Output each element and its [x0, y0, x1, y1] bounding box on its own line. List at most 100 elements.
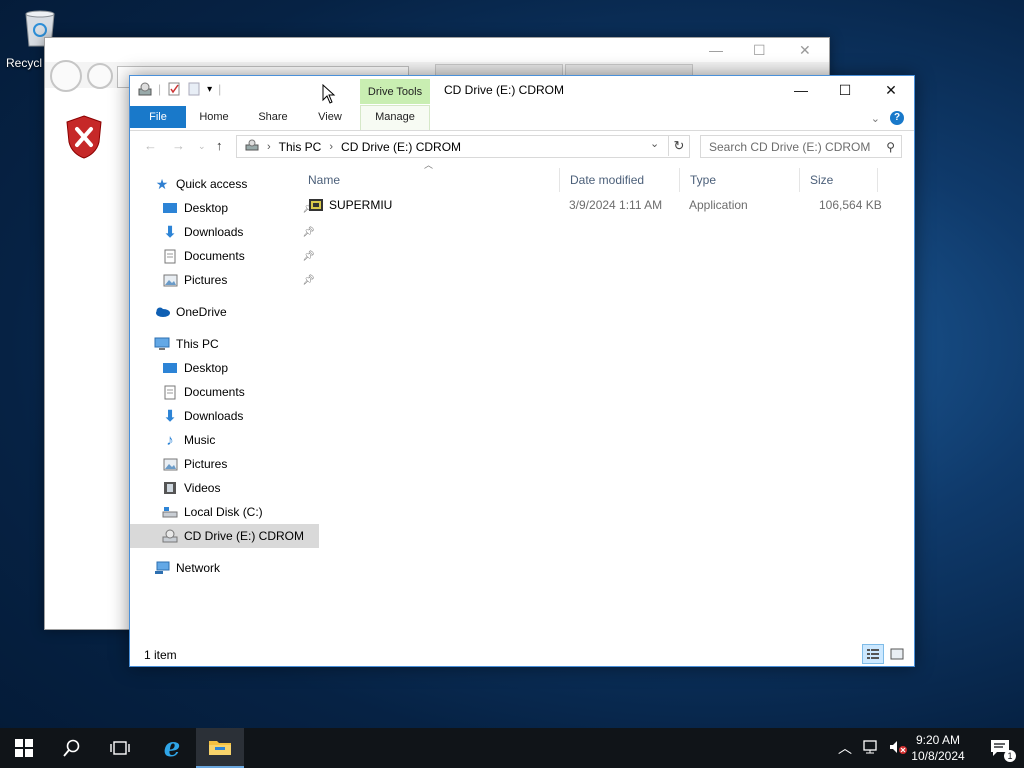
- nav-qa-documents[interactable]: Documents 📌︎: [130, 244, 319, 268]
- back-icon[interactable]: [50, 60, 82, 92]
- file-size: 106,564 KB: [819, 198, 882, 212]
- nav-label: Desktop: [184, 361, 229, 375]
- back-button[interactable]: ←: [144, 138, 157, 153]
- tab-share[interactable]: Share: [250, 106, 296, 128]
- cd-drive-icon: [162, 528, 178, 544]
- chevron-right-icon[interactable]: ›: [267, 141, 271, 153]
- file-type: Application: [689, 198, 748, 212]
- nav-onedrive[interactable]: OneDrive: [130, 300, 311, 324]
- expand-ribbon-icon[interactable]: ⌄: [871, 112, 880, 125]
- drive-icon[interactable]: [138, 82, 152, 96]
- show-hidden-icons-chevron-icon[interactable]: ︿: [838, 738, 852, 758]
- details-view-icon[interactable]: [862, 644, 884, 664]
- nav-label: Network: [176, 561, 221, 575]
- document-icon: [162, 248, 178, 264]
- maximize-icon[interactable]: ☐: [753, 42, 766, 59]
- nav-label: Pictures: [184, 273, 228, 287]
- nav-label: Downloads: [184, 225, 244, 239]
- nav-qa-pictures[interactable]: Pictures 📌︎: [130, 268, 319, 292]
- nav-qa-desktop[interactable]: Desktop 📌︎: [130, 196, 319, 220]
- nav-label: CD Drive (E:) CDROM: [184, 529, 304, 543]
- maximize-button[interactable]: ☐: [822, 76, 868, 104]
- file-explorer-button[interactable]: [196, 728, 244, 768]
- column-name[interactable]: Name: [298, 168, 560, 192]
- clock-time: 9:20 AM: [915, 733, 961, 747]
- mouse-cursor-icon: [322, 83, 336, 107]
- nav-cd-drive[interactable]: CD Drive (E:) CDROM: [130, 524, 319, 548]
- nav-quick-access[interactable]: ★ Quick access: [130, 172, 311, 196]
- nav-pc-downloads[interactable]: ⬇ Downloads: [130, 404, 319, 428]
- action-center-button[interactable]: 1: [976, 728, 1024, 768]
- tab-manage[interactable]: Manage: [360, 105, 430, 130]
- nav-label: Music: [184, 433, 216, 447]
- cloud-icon: [154, 304, 170, 320]
- customize-toolbar-icon[interactable]: ▾: [207, 84, 212, 95]
- pin-icon[interactable]: 📌︎: [302, 227, 315, 238]
- nav-label: Downloads: [184, 409, 244, 423]
- pin-icon[interactable]: 📌︎: [302, 251, 315, 262]
- pin-icon[interactable]: 📌︎: [302, 275, 315, 286]
- properties-icon[interactable]: [167, 82, 181, 96]
- nav-label: OneDrive: [176, 305, 227, 319]
- windows-logo-icon: [15, 739, 33, 757]
- file-row[interactable]: SUPERMIU 3/9/2024 1:11 AM Application 10…: [298, 194, 888, 216]
- navigation-bar: ← → ⌄ ↑ › This PC › CD Drive (E:) CDROM …: [130, 132, 914, 160]
- large-icons-view-icon[interactable]: [886, 644, 908, 664]
- notification-count-badge: 1: [1004, 750, 1016, 762]
- nav-label: Documents: [184, 249, 245, 263]
- quick-access-toolbar: | ▾ |: [138, 82, 221, 96]
- nav-local-disk[interactable]: Local Disk (C:): [130, 500, 319, 524]
- breadcrumb-this-pc[interactable]: This PC: [279, 140, 322, 154]
- refresh-button[interactable]: ↻: [668, 135, 689, 156]
- address-dropdown-icon[interactable]: ⌄: [650, 137, 659, 150]
- tab-view[interactable]: View: [310, 106, 350, 128]
- internet-explorer-button[interactable]: e: [148, 728, 196, 768]
- tab-file[interactable]: File: [130, 106, 186, 128]
- forward-icon[interactable]: [87, 63, 113, 89]
- help-icon[interactable]: ?: [890, 111, 904, 125]
- status-item-count: 1 item: [144, 648, 177, 662]
- task-view-button[interactable]: [96, 728, 144, 768]
- new-folder-icon[interactable]: [187, 82, 201, 96]
- chevron-right-icon[interactable]: ›: [329, 141, 333, 153]
- column-date-modified[interactable]: Date modified: [560, 168, 680, 192]
- pictures-icon: [162, 456, 178, 472]
- close-button[interactable]: ✕: [868, 76, 914, 104]
- address-bar[interactable]: › This PC › CD Drive (E:) CDROM: [236, 135, 690, 158]
- nav-pc-music[interactable]: ♪ Music: [130, 428, 319, 452]
- column-size[interactable]: Size: [800, 168, 878, 192]
- view-buttons: [862, 644, 908, 664]
- network-status-icon[interactable]: [862, 739, 880, 758]
- nav-label: Videos: [184, 481, 221, 495]
- forward-button[interactable]: →: [172, 138, 185, 153]
- file-date: 3/9/2024 1:11 AM: [569, 198, 663, 212]
- tab-home[interactable]: Home: [192, 106, 236, 128]
- search-icon[interactable]: ⚲: [886, 140, 895, 154]
- nav-qa-downloads[interactable]: ⬇ Downloads 📌︎: [130, 220, 319, 244]
- task-view-icon: [110, 741, 130, 755]
- nav-network[interactable]: Network: [130, 556, 311, 580]
- music-note-icon: ♪: [166, 431, 174, 449]
- up-button[interactable]: ↑: [216, 138, 223, 153]
- nav-pc-documents[interactable]: Documents: [130, 380, 319, 404]
- nav-pc-pictures[interactable]: Pictures: [130, 452, 319, 476]
- nav-pc-videos[interactable]: Videos: [130, 476, 319, 500]
- download-arrow-icon: ⬇: [163, 224, 177, 241]
- ribbon-tabs: File Home Share View Manage: [130, 105, 914, 131]
- clock[interactable]: 9:20 AM 10/8/2024: [900, 732, 976, 764]
- minimize-button[interactable]: —: [778, 76, 824, 104]
- search-box[interactable]: Search CD Drive (E:) CDROM ⚲: [700, 135, 902, 158]
- drive-icon: [245, 139, 259, 154]
- column-type[interactable]: Type: [680, 168, 800, 192]
- nav-this-pc[interactable]: This PC: [130, 332, 311, 356]
- close-icon[interactable]: ✕: [799, 42, 811, 59]
- breadcrumb-location[interactable]: CD Drive (E:) CDROM: [341, 140, 461, 154]
- window-title: CD Drive (E:) CDROM: [444, 83, 564, 97]
- search-button[interactable]: [48, 728, 96, 768]
- file-explorer-window[interactable]: | ▾ | Drive Tools CD Drive (E:) CDROM — …: [129, 75, 915, 667]
- minimize-icon[interactable]: —: [709, 42, 723, 58]
- recent-locations-icon[interactable]: ⌄: [198, 141, 206, 152]
- nav-pc-desktop[interactable]: Desktop: [130, 356, 319, 380]
- start-button[interactable]: [0, 728, 48, 768]
- nav-label: Quick access: [176, 177, 248, 191]
